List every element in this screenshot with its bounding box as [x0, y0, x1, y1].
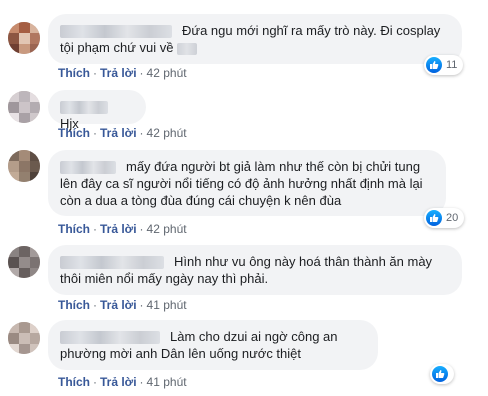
avatar-pixel: [19, 44, 30, 54]
reply-link[interactable]: Trả lời: [100, 222, 137, 236]
like-reaction-icon: [426, 210, 442, 226]
reply-link[interactable]: Trả lời: [100, 126, 137, 140]
redacted-author-name[interactable]: [60, 256, 164, 270]
avatar-pixel: [19, 344, 30, 354]
avatar-pixel: [8, 113, 19, 123]
avatar-pixel: [30, 91, 40, 102]
avatar-pixel: [19, 113, 30, 123]
avatar-pixel: [8, 246, 19, 257]
separator: ·: [139, 222, 144, 236]
avatar-pixel: [19, 268, 30, 278]
like-link[interactable]: Thích: [58, 126, 90, 140]
avatar-pixel: [30, 102, 40, 113]
avatar-pixel: [8, 344, 19, 354]
avatar-pixel: [8, 257, 19, 268]
comment-actions: Thích · Trả lời · 42 phút: [58, 222, 187, 236]
timestamp[interactable]: 42 phút: [147, 66, 187, 80]
reply-link[interactable]: Trả lời: [100, 298, 137, 312]
reaction-count[interactable]: [430, 364, 454, 384]
reply-link[interactable]: Trả lời: [100, 375, 137, 389]
redacted-author-name[interactable]: [60, 161, 116, 175]
avatar-pixel: [30, 22, 40, 33]
avatar-pixel: [8, 91, 19, 102]
separator: ·: [139, 375, 144, 389]
avatar-pixel: [30, 268, 40, 278]
timestamp[interactable]: 42 phút: [147, 126, 187, 140]
separator: ·: [93, 66, 97, 80]
like-reaction-icon: [426, 57, 442, 73]
avatar-pixel: [30, 150, 40, 161]
avatar-pixel: [19, 322, 30, 333]
avatar-pixel: [30, 257, 40, 268]
redacted-word: [177, 42, 198, 55]
avatar-pixel: [8, 268, 19, 278]
avatar-pixel: [19, 246, 30, 257]
avatar-pixel: [30, 172, 40, 182]
avatar-pixel: [30, 161, 40, 172]
separator: ·: [93, 298, 97, 312]
avatar-pixel: [19, 150, 30, 161]
redacted-author-name[interactable]: [60, 101, 108, 115]
avatar-pixel: [30, 344, 40, 354]
avatar[interactable]: [8, 91, 40, 123]
avatar-pixel: [30, 113, 40, 123]
reaction-count[interactable]: 20: [424, 208, 465, 228]
comment-actions: Thích · Trả lời · 41 phút: [58, 375, 187, 389]
avatar-pixel: [19, 333, 30, 344]
avatar-pixel: [8, 150, 19, 161]
comment-bubble: Hình như vu ông này hoá thân thành ăn mà…: [48, 245, 462, 295]
avatar-pixel: [19, 22, 30, 33]
avatar-pixel: [30, 44, 40, 54]
avatar-pixel: [8, 33, 19, 44]
reply-link[interactable]: Trả lời: [100, 66, 137, 80]
timestamp[interactable]: 41 phút: [147, 375, 187, 389]
like-link[interactable]: Thích: [58, 222, 90, 236]
avatar-pixel: [19, 33, 30, 44]
avatar[interactable]: [8, 322, 40, 354]
like-link[interactable]: Thích: [58, 375, 90, 389]
avatar[interactable]: [8, 246, 40, 278]
avatar-pixel: [30, 322, 40, 333]
comment-actions: Thích · Trả lời · 42 phút: [58, 126, 187, 140]
comment-actions: Thích · Trả lời · 42 phút: [58, 66, 187, 80]
like-reaction-icon: [432, 366, 448, 382]
like-link[interactable]: Thích: [58, 66, 90, 80]
avatar-pixel: [19, 161, 30, 172]
avatar-pixel: [19, 257, 30, 268]
avatar[interactable]: [8, 22, 40, 54]
timestamp[interactable]: 42 phút: [147, 222, 187, 236]
comment-bubble: Hjx: [48, 90, 146, 131]
avatar-pixel: [8, 322, 19, 333]
avatar-pixel: [8, 172, 19, 182]
separator: ·: [139, 298, 144, 312]
redacted-author-name[interactable]: [60, 331, 160, 345]
avatar-pixel: [30, 246, 40, 257]
like-link[interactable]: Thích: [58, 298, 90, 312]
comment-bubble: Đứa ngu mới nghĩ ra mấy trò này. Đi cosp…: [48, 14, 462, 64]
reaction-count[interactable]: 11: [424, 55, 464, 75]
avatar[interactable]: [8, 150, 40, 182]
avatar-pixel: [19, 102, 30, 113]
separator: ·: [139, 126, 144, 140]
avatar-pixel: [30, 33, 40, 44]
reaction-number: 11: [446, 59, 458, 71]
avatar-pixel: [30, 333, 40, 344]
separator: ·: [93, 126, 97, 140]
avatar-pixel: [8, 333, 19, 344]
comment-actions: Thích · Trả lời · 41 phút: [58, 298, 187, 312]
avatar-pixel: [8, 44, 19, 54]
comment-bubble: Làm cho dzui ai ngờ công an phường mời a…: [48, 320, 378, 370]
timestamp[interactable]: 41 phút: [147, 298, 187, 312]
separator: ·: [93, 375, 97, 389]
redacted-author-name[interactable]: [60, 25, 172, 39]
avatar-pixel: [8, 22, 19, 33]
separator: ·: [93, 222, 97, 236]
reaction-number: 20: [446, 212, 459, 224]
avatar-pixel: [19, 172, 30, 182]
avatar-pixel: [8, 161, 19, 172]
comment-bubble: mấy đứa người bt giả làm như thế còn bị …: [48, 150, 446, 216]
avatar-pixel: [8, 102, 19, 113]
separator: ·: [139, 66, 144, 80]
avatar-pixel: [19, 91, 30, 102]
